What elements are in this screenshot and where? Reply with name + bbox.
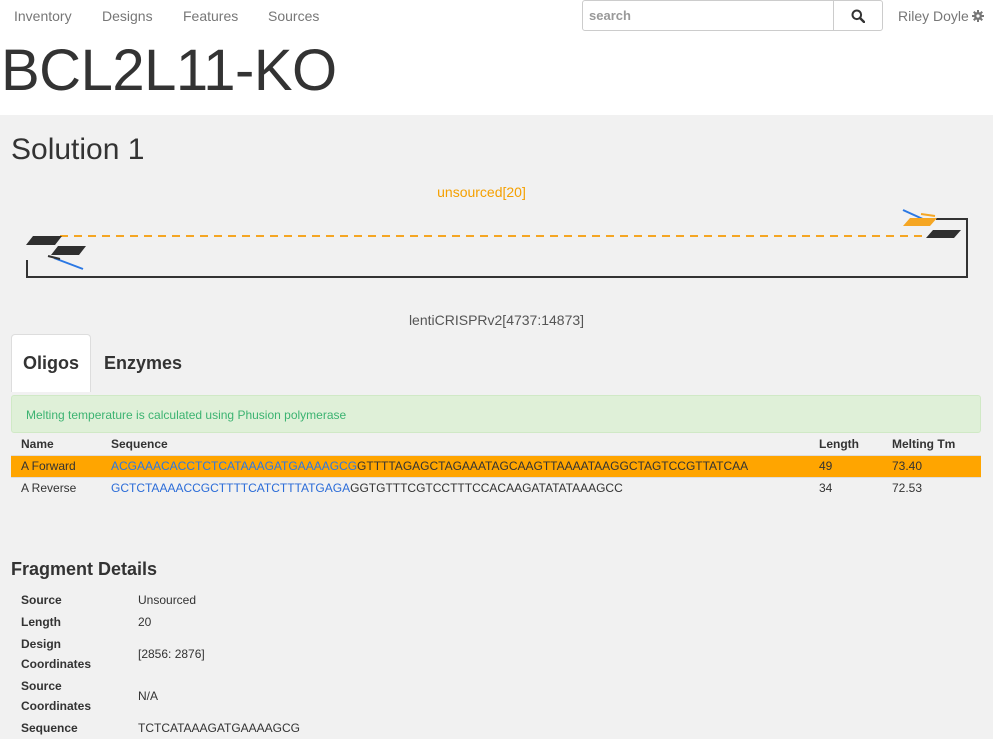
fragment-details-title: Fragment Details <box>11 559 158 579</box>
detail-label: Length <box>21 615 61 629</box>
nav-features-link[interactable]: Features <box>183 8 238 24</box>
sequence-overlap: ACGAAACACCTCTCATAAAGATGAAAAGCG <box>111 459 358 473</box>
detail-value: N/A <box>138 689 159 703</box>
solution-panel: Solution 1 unsourced[20] lentiCRISPRv2[4… <box>0 115 993 739</box>
search-input[interactable] <box>582 0 834 31</box>
detail-label: Source <box>21 593 62 607</box>
fragment-label[interactable]: unsourced[20] <box>0 184 963 200</box>
left-primer-top <box>26 236 62 245</box>
oligo-length: 49 <box>809 454 882 477</box>
detail-value: [2856: 2876] <box>138 647 205 661</box>
right-primer-bottom <box>926 230 961 238</box>
sequence-binding: GGTGTTTCGTCCTTTCCACAAGATATATAAAGCC <box>350 481 623 496</box>
sequence-overlap: GCTCTAAAACCGCTTTTCATCTTTATGAGA <box>111 481 351 496</box>
vector-backbone-line <box>26 218 968 278</box>
oligo-name: A Forward <box>11 454 101 477</box>
tab-bar: Oligos Enzymes <box>11 334 981 392</box>
detail-row-design-coordinates: Design Coordinates [2856: 2876] <box>11 633 310 675</box>
col-sequence-header: Sequence <box>111 436 168 451</box>
tab-oligos[interactable]: Oligos <box>11 334 91 392</box>
user-menu[interactable]: Riley Doyle <box>898 8 984 24</box>
detail-row-source: Source Unsourced <box>11 589 310 611</box>
solution-title: Solution 1 <box>11 133 145 166</box>
detail-label: Source Coordinates <box>21 679 92 713</box>
detail-row-sequence: Sequence TCTCATAAAGATGAAAAGCG <box>11 717 310 739</box>
search-icon <box>851 9 865 23</box>
oligo-row[interactable]: A Reverse GCTCTAAAACCGCTTTTCATCTTTATGAGA… <box>11 476 981 499</box>
fragment-details-table: Source Unsourced Length 20 Design Coordi… <box>11 589 310 739</box>
page-title: BCL2L11-KO <box>1 38 337 103</box>
detail-value: 20 <box>138 615 152 629</box>
nav-designs-link[interactable]: Designs <box>102 8 153 24</box>
detail-row-length: Length 20 <box>11 611 310 633</box>
melting-temp-alert: Melting temperature is calculated using … <box>11 395 981 433</box>
user-name: Riley Doyle <box>898 8 969 24</box>
oligo-row[interactable]: A Forward ACGAAACACCTCTCATAAAGATGAAAAGCG… <box>11 454 981 477</box>
nav-inventory-link[interactable]: Inventory <box>14 8 72 24</box>
oligo-table: Name Sequence Length Melting Tm A Forwar… <box>11 433 981 499</box>
oligo-length: 34 <box>809 476 882 499</box>
detail-label: Design Coordinates <box>21 637 92 671</box>
oligo-sequence: ACGAAACACCTCTCATAAAGATGAAAAGCGGTTTTAGAGC… <box>101 454 809 477</box>
detail-value: TCTCATAAAGATGAAAAGCG <box>138 721 301 735</box>
gear-icon <box>971 10 984 22</box>
navbar: Inventory Designs Features Sources Riley… <box>0 0 993 32</box>
col-length-header: Length <box>819 436 859 451</box>
left-primer-bottom <box>51 246 86 255</box>
left-primer-overlap <box>53 257 84 270</box>
col-tm-header: Melting Tm <box>892 436 956 451</box>
oligo-sequence: GCTCTAAAACCGCTTTTCATCTTTATGAGAGGTGTTTCGT… <box>101 476 809 499</box>
detail-value: Unsourced <box>138 593 197 607</box>
right-primer-top <box>903 218 937 226</box>
right-primer-arrow <box>920 213 936 217</box>
tab-enzymes[interactable]: Enzymes <box>99 334 187 392</box>
col-name-header: Name <box>21 436 54 451</box>
sequence-binding: GTTTTAGAGCTAGAAATAGCAAGTTAAAATAAGGCTAGTC… <box>357 459 749 473</box>
oligo-tm: 72.53 <box>882 476 981 499</box>
nav-sources-link[interactable]: Sources <box>268 8 319 24</box>
detail-row-source-coordinates: Source Coordinates N/A <box>11 675 310 717</box>
vector-label[interactable]: lentiCRISPRv2[4737:14873] <box>0 312 993 328</box>
search-button[interactable] <box>833 0 883 31</box>
assembly-diagram <box>26 209 968 278</box>
detail-label: Sequence <box>21 721 78 735</box>
oligo-tm: 73.40 <box>882 454 981 477</box>
oligo-name: A Reverse <box>11 476 101 499</box>
